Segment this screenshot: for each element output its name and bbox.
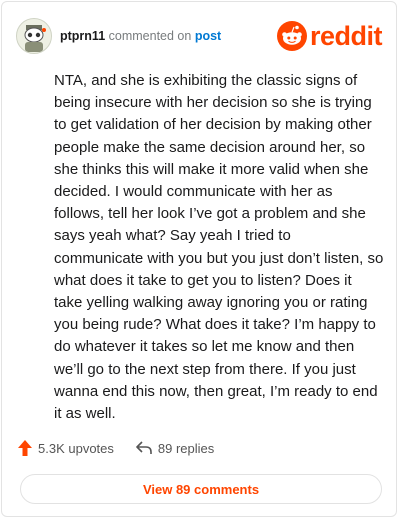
reply-count: 89 replies — [157, 440, 215, 456]
reply-button[interactable]: 89 replies — [136, 441, 214, 456]
comment-card: ptprn11 commented on post reddit NTA, an… — [1, 1, 397, 517]
user-avatar[interactable] — [16, 18, 52, 54]
reply-arrow-icon — [136, 441, 152, 454]
view-comments-button[interactable]: View 89 comments — [20, 474, 382, 504]
upvote-button[interactable]: 5.3K upvotes — [18, 440, 114, 456]
upvote-arrow-icon — [18, 440, 32, 456]
action-text: commented on — [108, 29, 192, 43]
upvote-count: 5.3K upvotes — [38, 440, 114, 456]
comment-body: NTA, and she is exhibiting the classic s… — [54, 72, 384, 423]
comment-actions: 5.3K upvotes 89 replies — [18, 438, 214, 458]
reddit-wordmark: reddit — [309, 20, 383, 51]
username-link[interactable]: ptprn11 — [60, 29, 105, 43]
comment-meta: ptprn11 commented on post — [60, 29, 221, 43]
post-link[interactable]: post — [195, 29, 221, 43]
comment-header: ptprn11 commented on post reddit — [16, 16, 383, 56]
reddit-logo[interactable]: reddit — [276, 20, 383, 51]
reddit-alien-icon — [276, 21, 307, 51]
snoo-avatar-icon — [17, 19, 51, 53]
